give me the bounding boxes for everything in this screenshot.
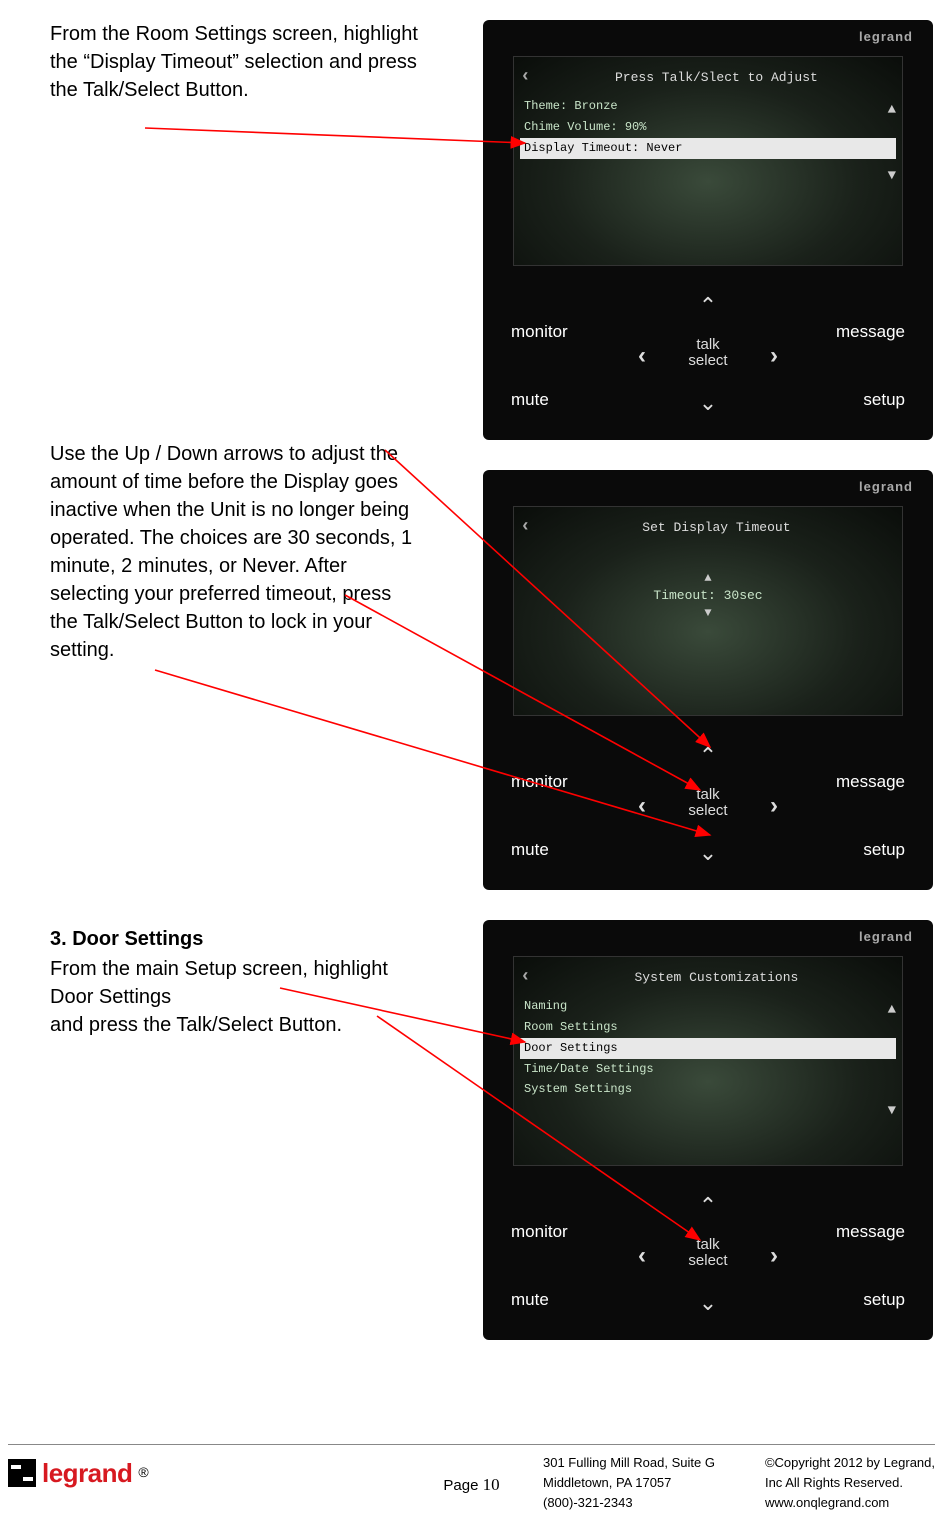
dpad-up-icon: ⌃ <box>699 1191 717 1222</box>
back-icon: ‹ <box>520 515 531 540</box>
mute-label: mute <box>511 388 549 412</box>
menu-item: Door Settings <box>520 1038 896 1059</box>
page-number-label: Page 10 <box>443 1473 499 1497</box>
device-screenshot-display-timeout: legrand ‹ Set Display Timeout ▲ Timeout:… <box>483 470 933 890</box>
message-label: message <box>836 320 905 344</box>
dpad-left-icon: ‹ <box>638 1239 646 1273</box>
screen-title: System Customizations <box>537 969 896 987</box>
instruction-step-3: 3. Door Settings From the main Setup scr… <box>50 925 420 1039</box>
device-brand-label: legrand <box>859 478 913 496</box>
monitor-label: monitor <box>511 320 568 344</box>
door-settings-heading: 3. Door Settings <box>50 925 420 953</box>
talk-select-label: talkselect <box>688 337 727 369</box>
menu-item: Chime Volume: 90% <box>520 117 896 138</box>
logo-text: legrand <box>42 1455 132 1491</box>
chevron-up-icon: ▲ <box>888 1001 896 1021</box>
dpad-down-icon: ⌄ <box>699 838 717 869</box>
instruction-step-1: From the Room Settings screen, highlight… <box>50 20 420 104</box>
talk-select-label: talkselect <box>688 1237 727 1269</box>
dpad-up-icon: ⌃ <box>699 741 717 772</box>
dpad-right-icon: › <box>770 789 778 823</box>
dpad-right-icon: › <box>770 1239 778 1273</box>
dpad-left-icon: ‹ <box>638 789 646 823</box>
dpad-up-icon: ⌃ <box>699 291 717 322</box>
device-screen: ‹ Press Talk/Slect to Adjust Theme: Bron… <box>513 56 903 266</box>
back-icon: ‹ <box>520 965 531 990</box>
chevron-down-icon: ▼ <box>888 167 896 187</box>
menu-item: System Settings <box>520 1079 896 1100</box>
callout-arrow <box>145 128 525 143</box>
footer-address: 301 Fulling Mill Road, Suite G Middletow… <box>543 1453 715 1513</box>
chevron-up-icon: ▲ <box>520 570 896 587</box>
monitor-label: monitor <box>511 1220 568 1244</box>
device-screen: ‹ Set Display Timeout ▲ Timeout: 30sec ▼ <box>513 506 903 716</box>
message-label: message <box>836 770 905 794</box>
footer-copyright: ©Copyright 2012 by Legrand, Inc All Righ… <box>765 1453 935 1513</box>
device-screen: ‹ System Customizations NamingRoom Setti… <box>513 956 903 1166</box>
dpad-right-icon: › <box>770 339 778 373</box>
setup-label: setup <box>863 1288 905 1312</box>
dpad-down-icon: ⌄ <box>699 388 717 419</box>
chevron-down-icon: ▼ <box>888 1102 896 1122</box>
mute-label: mute <box>511 838 549 862</box>
page-footer: legrand ® Page 10 301 Fulling Mill Road, … <box>8 1444 935 1524</box>
menu-item: Room Settings <box>520 1017 896 1038</box>
dpad-down-icon: ⌄ <box>699 1288 717 1319</box>
instruction-step-2: Use the Up / Down arrows to adjust the a… <box>50 440 420 664</box>
menu-item: Naming <box>520 996 896 1017</box>
talk-select-label: talkselect <box>688 787 727 819</box>
menu-item: Theme: Bronze <box>520 96 896 117</box>
instruction-step-3b: and press the Talk/Select Button. <box>50 1011 420 1039</box>
device-screenshot-room-settings: legrand ‹ Press Talk/Slect to Adjust The… <box>483 20 933 440</box>
device-nav-pad: monitor mute message setup ⌃ ⌄ ‹ › talks… <box>483 280 933 430</box>
setup-label: setup <box>863 838 905 862</box>
back-icon: ‹ <box>520 65 531 90</box>
logo-mark-icon <box>8 1459 36 1487</box>
screen-title: Set Display Timeout <box>537 519 896 537</box>
message-label: message <box>836 1220 905 1244</box>
screen-title: Press Talk/Slect to Adjust <box>537 69 896 87</box>
dpad-left-icon: ‹ <box>638 339 646 373</box>
chevron-up-icon: ▲ <box>888 101 896 121</box>
mute-label: mute <box>511 1288 549 1312</box>
chevron-down-icon: ▼ <box>520 605 896 622</box>
registered-icon: ® <box>138 1463 148 1483</box>
monitor-label: monitor <box>511 770 568 794</box>
device-brand-label: legrand <box>859 28 913 46</box>
device-screenshot-system-customizations: legrand ‹ System Customizations NamingRo… <box>483 920 933 1340</box>
timeout-value: Timeout: 30sec <box>653 588 762 603</box>
device-nav-pad: monitor mute message setup ⌃ ⌄ ‹ › talks… <box>483 730 933 880</box>
menu-item: Display Timeout: Never <box>520 138 896 159</box>
device-nav-pad: monitor mute message setup ⌃ ⌄ ‹ › talks… <box>483 1180 933 1330</box>
device-brand-label: legrand <box>859 928 913 946</box>
legrand-logo: legrand ® <box>8 1455 149 1491</box>
instruction-step-3a: From the main Setup screen, highlight Do… <box>50 955 420 1011</box>
menu-item: Time/Date Settings <box>520 1059 896 1080</box>
setup-label: setup <box>863 388 905 412</box>
